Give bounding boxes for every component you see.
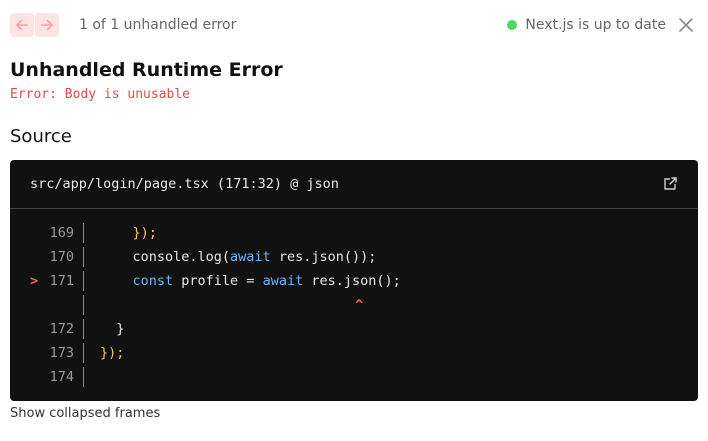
code-lines: 169 }); 170 console.log(await res.json())… xyxy=(10,221,698,389)
gutter-divider xyxy=(83,247,84,267)
code-text: }); xyxy=(100,345,125,361)
line-number: 169 xyxy=(49,225,74,241)
gutter-divider xyxy=(83,223,84,243)
gutter-divider xyxy=(83,295,84,315)
line-number: 172 xyxy=(49,321,74,337)
arrow-left-icon xyxy=(16,19,28,31)
show-collapsed-frames-button[interactable]: Show collapsed frames xyxy=(10,406,160,421)
close-icon xyxy=(679,18,693,32)
code-line: >171 const profile = await res.json(); xyxy=(10,269,698,293)
code-frame-header: src/app/login/page.tsx (171:32) @ json xyxy=(10,160,698,209)
status-dot-icon xyxy=(507,20,518,30)
code-line: 173}); xyxy=(10,341,698,365)
error-title: Unhandled Runtime Error xyxy=(10,59,283,81)
error-line-marker-icon: > xyxy=(30,273,39,289)
code-text: console.log(await res.json()); xyxy=(100,249,377,265)
error-pagination xyxy=(10,13,59,37)
error-count: 1 of 1 unhandled error xyxy=(79,17,237,33)
source-file-reference[interactable]: src/app/login/page.tsx (171:32) @ json xyxy=(30,176,339,192)
close-button[interactable] xyxy=(678,17,694,33)
line-number: 174 xyxy=(49,369,74,385)
code-line: 169 }); xyxy=(10,221,698,245)
source-heading: Source xyxy=(10,126,72,147)
code-text: }); xyxy=(132,225,157,241)
error-column-caret: ^ xyxy=(355,297,364,313)
error-overlay: 1 of 1 unhandled error Next.js is up to … xyxy=(0,0,708,441)
code-text: const profile = await res.json(); xyxy=(132,273,401,289)
code-line: 174 xyxy=(10,365,698,389)
error-toolbar: 1 of 1 unhandled error Next.js is up to … xyxy=(10,12,698,38)
gutter-divider xyxy=(83,367,84,387)
error-message: Error: Body is unusable xyxy=(10,87,191,102)
arrow-right-icon xyxy=(41,19,53,31)
line-number: 170 xyxy=(49,249,74,265)
gutter-divider xyxy=(83,271,84,291)
previous-error-button[interactable] xyxy=(10,13,34,37)
code-line: 172 } xyxy=(10,317,698,341)
version-status: Next.js is up to date xyxy=(507,17,666,33)
line-number: 171 xyxy=(49,273,74,289)
code-line: 170 console.log(await res.json()); xyxy=(10,245,698,269)
code-line: ^ xyxy=(10,293,698,317)
version-status-text: Next.js is up to date xyxy=(525,17,666,33)
external-link-icon xyxy=(664,177,677,190)
line-number: 173 xyxy=(49,345,74,361)
code-frame: src/app/login/page.tsx (171:32) @ json 1… xyxy=(10,160,698,401)
open-in-editor-button[interactable] xyxy=(663,176,678,191)
code-text: } xyxy=(100,321,125,337)
next-error-button[interactable] xyxy=(35,13,59,37)
gutter-divider xyxy=(83,343,84,363)
gutter-divider xyxy=(83,319,84,339)
